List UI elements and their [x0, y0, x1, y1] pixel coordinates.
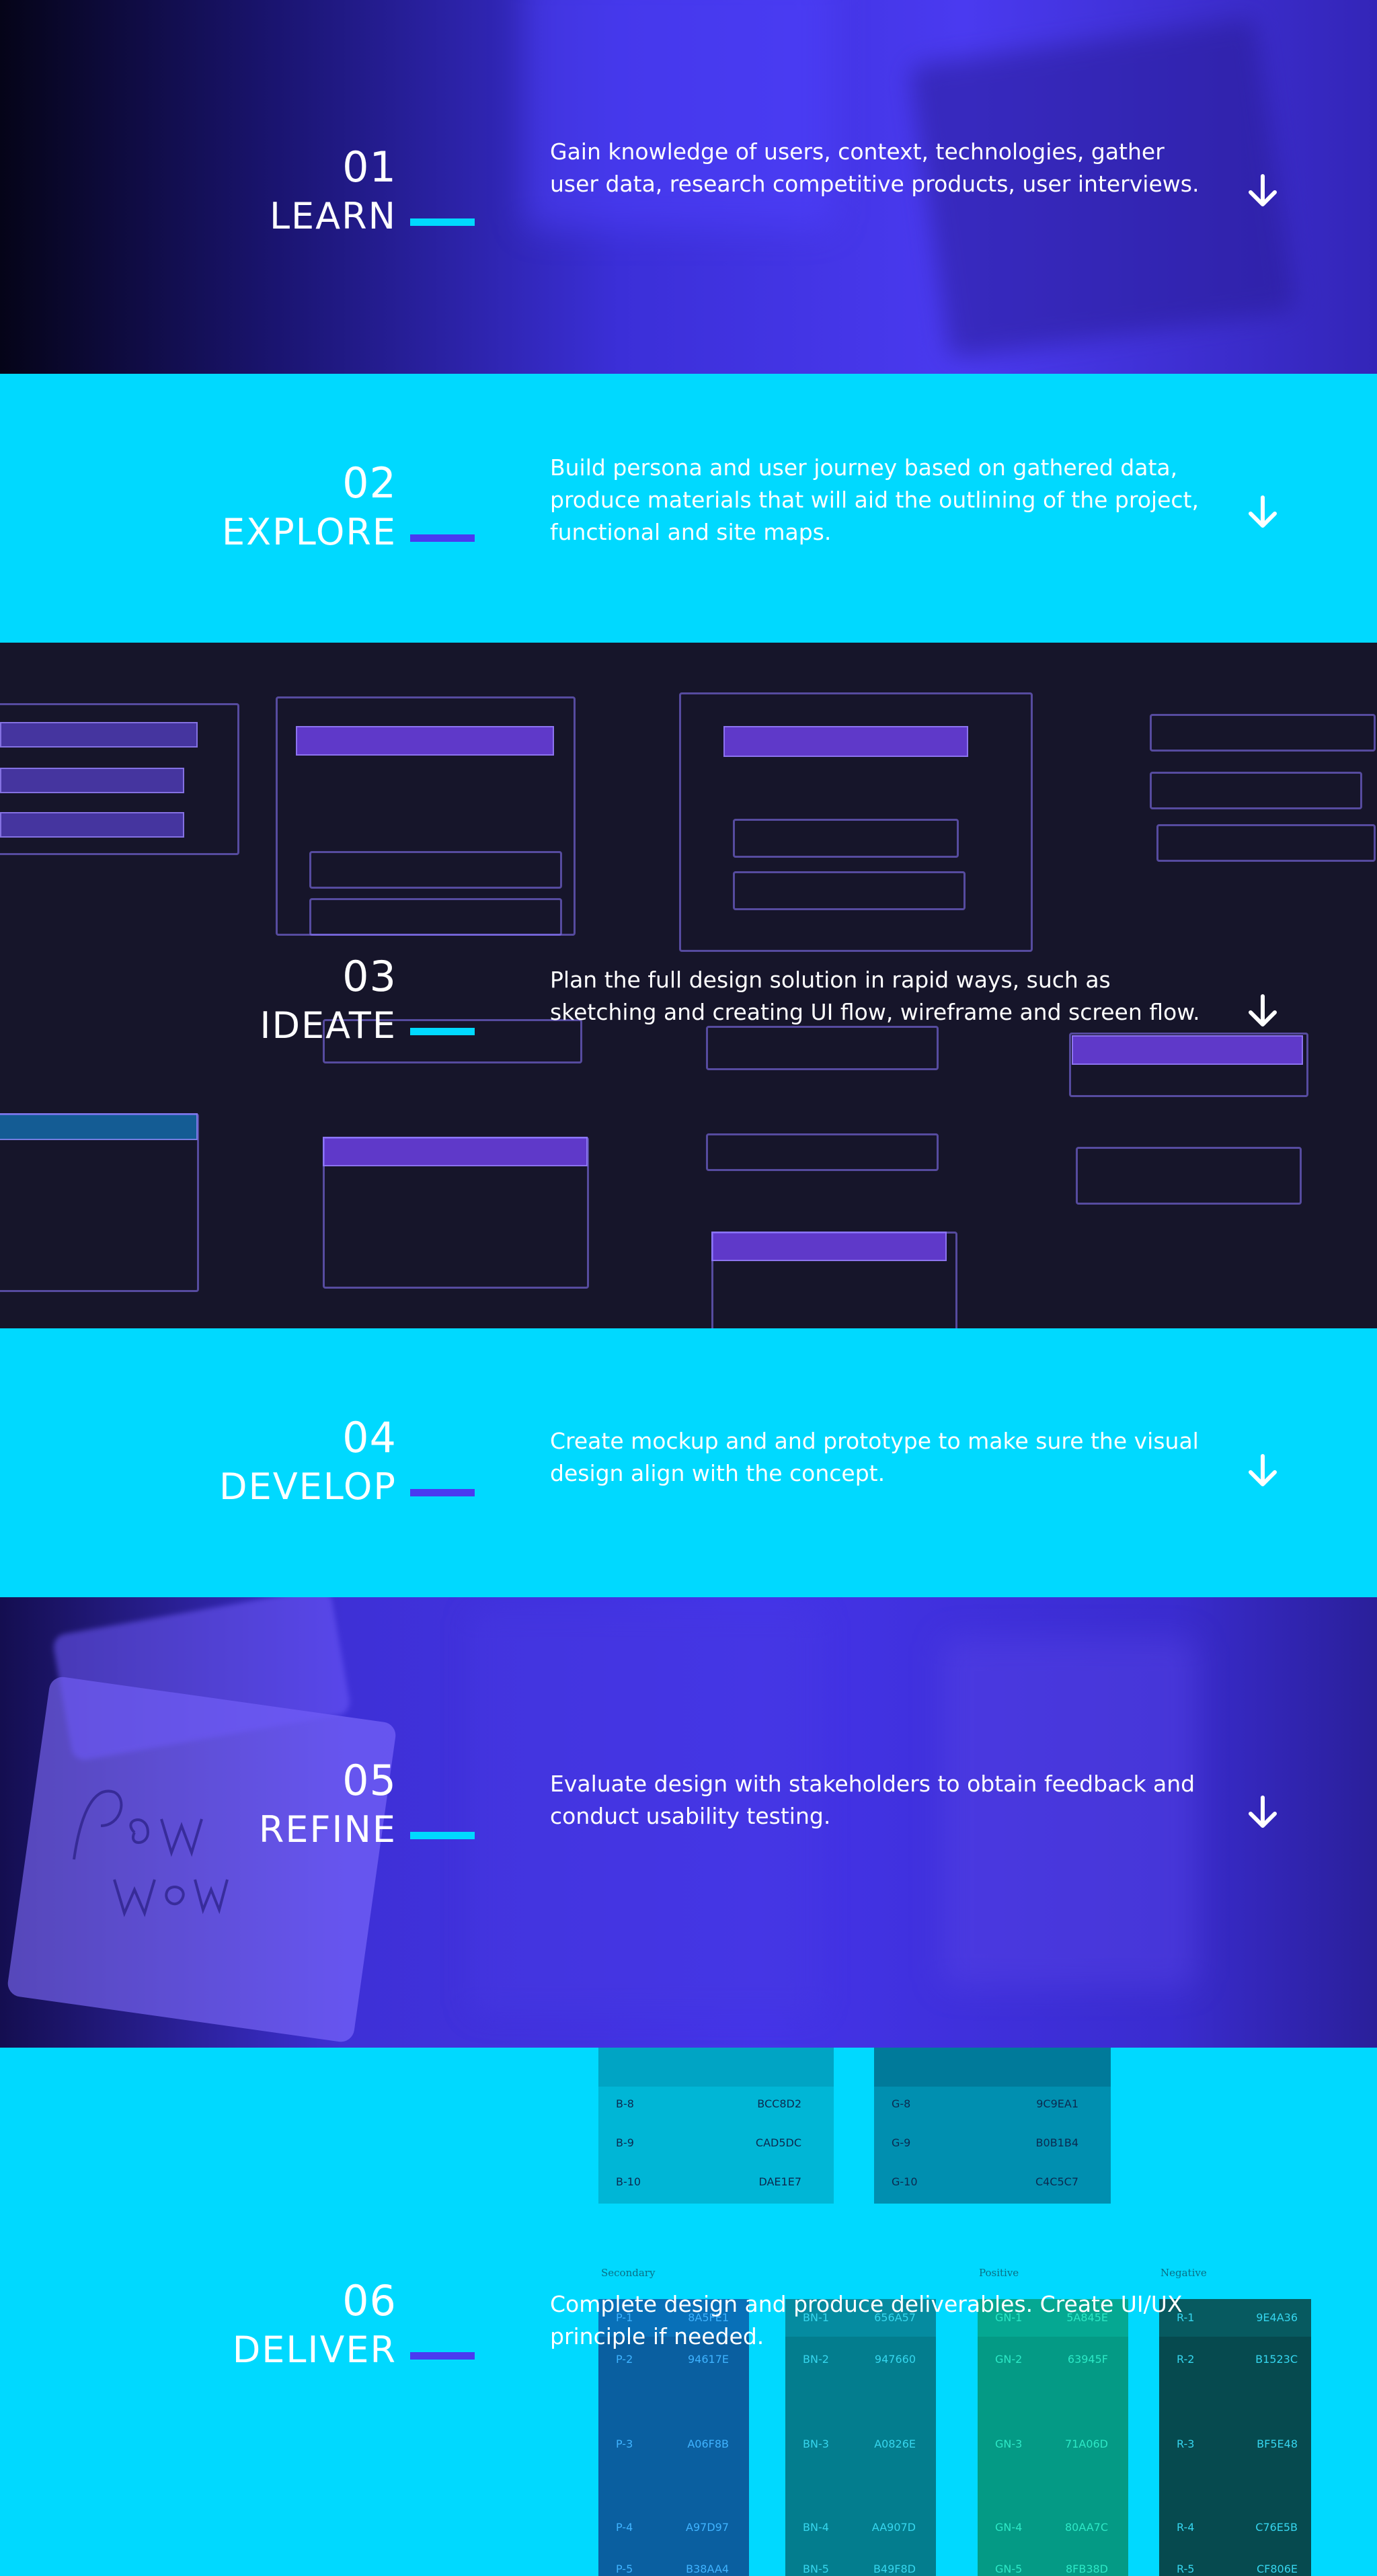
step-deliver-section: B-8 BCC8D2 B-9 CAD5DC B-10 DAE1E7 G-8 9C9EA1…	[0, 2048, 1377, 2576]
swatch-hex: BF5E48	[1257, 2438, 1298, 2450]
swatch-code: GN-5	[995, 2563, 1023, 2575]
step-number: 04	[342, 1413, 397, 1462]
arrow-down-icon[interactable]	[1244, 1794, 1282, 1831]
swatch-code: P-3	[616, 2438, 633, 2450]
swatch-hex: 71A06D	[1065, 2438, 1108, 2450]
swatch-hex: C4C5C7	[1035, 2175, 1078, 2188]
swatch-hex: 9E4A36	[1256, 2311, 1298, 2324]
step-accent-bar	[410, 534, 475, 542]
swatch-code: B-10	[616, 2175, 641, 2188]
swatch-code: P-4	[616, 2521, 633, 2534]
swatch-code: R-4	[1177, 2521, 1195, 2534]
step-description: Build persona and user journey based on …	[550, 454, 1199, 545]
swatch-code: GN-3	[995, 2438, 1023, 2450]
swatch-hex: 947660	[874, 2353, 916, 2366]
swatch-code: G-8	[892, 2097, 911, 2110]
step-refine-section: 05 REFINE Evaluate design with stakehold…	[0, 1597, 1377, 2048]
swatch-hex: AA907D	[871, 2521, 916, 2534]
swatch-hex: A97D97	[686, 2521, 729, 2534]
step-description: Evaluate design with stakeholders to obt…	[550, 1771, 1195, 1829]
step-description: Gain knowledge of users, context, techno…	[550, 138, 1199, 197]
swatch-code: BN-2	[803, 2353, 829, 2366]
swatch-code: BN-5	[803, 2563, 829, 2575]
step-title: EXPLORE	[222, 511, 397, 553]
step-description: Create mockup and and prototype to make …	[550, 1428, 1199, 1486]
step-accent-bar	[410, 1832, 475, 1839]
color-palette-card: B-8 BCC8D2 B-9 CAD5DC B-10 DAE1E7	[598, 2048, 834, 2204]
swatch-hex: CF806E	[1256, 2563, 1298, 2575]
swatch-hex: B1523C	[1255, 2353, 1298, 2366]
step-accent-bar	[410, 218, 475, 226]
swatch-code: G-10	[892, 2175, 918, 2188]
swatch-hex: 8FB38D	[1065, 2563, 1108, 2575]
color-palette-card: G-8 9C9EA1 G-9 B0B1B4 G-10 C4C5C7	[874, 2048, 1111, 2204]
swatch-code: B-9	[616, 2136, 634, 2149]
swatch-code: BN-4	[803, 2521, 829, 2534]
step-develop-section: 04 DEVELOP Create mockup and and prototy…	[0, 1328, 1377, 1597]
arrow-down-icon[interactable]	[1244, 1452, 1282, 1490]
step-accent-bar	[410, 2352, 475, 2360]
step-explore-section: 02 EXPLORE Build persona and user journe…	[0, 374, 1377, 643]
swatch-code: P-2	[616, 2353, 633, 2366]
swatch-hex: BCC8D2	[757, 2097, 801, 2110]
step-accent-bar	[410, 1028, 475, 1035]
step-title: DEVELOP	[219, 1465, 397, 1508]
step-number: 05	[342, 1756, 397, 1805]
step-title: LEARN	[269, 195, 397, 237]
swatch-code: GN-2	[995, 2353, 1023, 2366]
swatch-hex: DAE1E7	[758, 2175, 801, 2188]
swatch-hex: C76E5B	[1255, 2521, 1298, 2534]
swatch-code: B-8	[616, 2097, 634, 2110]
swatch-code: P-5	[616, 2563, 633, 2575]
step-title: IDEATE	[260, 1004, 397, 1047]
step-learn-section: 01 LEARN Gain knowledge of users, contex…	[0, 0, 1377, 374]
step-number: 06	[342, 2276, 397, 2325]
step-title: REFINE	[258, 1808, 397, 1851]
swatch-code: BN-3	[803, 2438, 829, 2450]
arrow-down-icon[interactable]	[1244, 493, 1282, 531]
palette-caption: Negative	[1160, 2267, 1207, 2279]
step-description: Plan the full design solution in rapid w…	[550, 967, 1200, 1025]
swatch-code: R-2	[1177, 2353, 1195, 2366]
swatch-hex: 80AA7C	[1064, 2521, 1108, 2534]
step-title: DELIVER	[232, 2329, 397, 2371]
swatch-hex: A0826E	[874, 2438, 916, 2450]
swatch-hex: B38AA4	[686, 2563, 729, 2575]
step-accent-bar	[410, 1489, 475, 1496]
swatch-hex: CAD5DC	[755, 2136, 801, 2149]
swatch-hex: 9C9EA1	[1036, 2097, 1078, 2110]
palette-caption: Positive	[979, 2267, 1019, 2279]
swatch-hex: A06F8B	[687, 2438, 729, 2450]
swatch-code: G-9	[892, 2136, 911, 2149]
step-number: 02	[342, 458, 397, 508]
swatch-code: R-3	[1177, 2438, 1195, 2450]
handwritten-note-doodle	[73, 1789, 229, 1917]
swatch-code: GN-4	[995, 2521, 1023, 2534]
arrow-down-icon[interactable]	[1244, 992, 1282, 1030]
swatch-hex: 63945F	[1067, 2353, 1108, 2366]
swatch-code: R-5	[1177, 2563, 1195, 2575]
swatch-hex: 94617E	[687, 2353, 729, 2366]
step-description: Complete design and produce deliverables…	[550, 2291, 1183, 2349]
step-number: 01	[342, 143, 397, 192]
step-number: 03	[342, 952, 397, 1001]
palette-caption: Secondary	[601, 2267, 656, 2279]
swatch-hex: B49F8D	[873, 2563, 916, 2575]
swatch-hex: B0B1B4	[1035, 2136, 1078, 2149]
step-ideate-section: 03 IDEATE Plan the full design solution …	[0, 643, 1377, 1328]
arrow-down-icon[interactable]	[1244, 172, 1282, 210]
